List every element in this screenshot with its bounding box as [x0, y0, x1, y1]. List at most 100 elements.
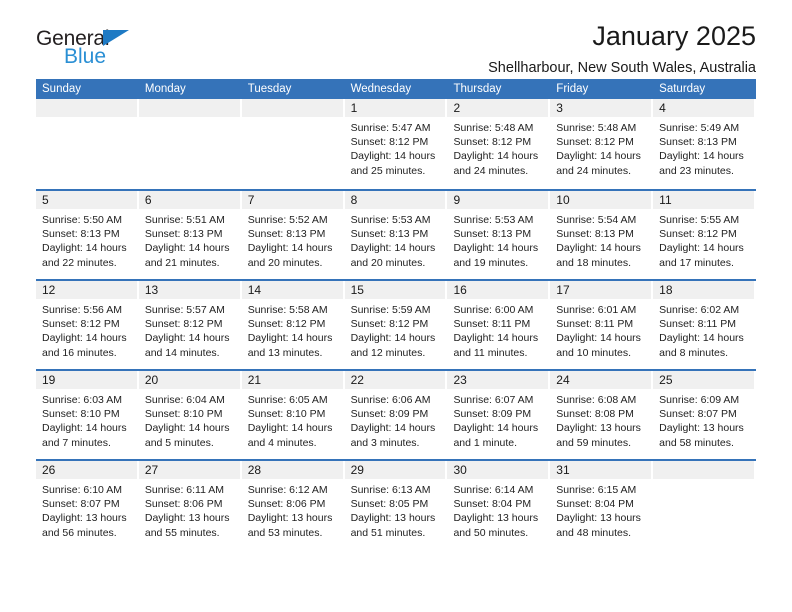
day-number: 18	[653, 281, 755, 299]
day-detail-line: Sunrise: 6:01 AM	[556, 304, 637, 316]
day-detail-line: Sunset: 8:13 PM	[247, 228, 326, 241]
day-number: 29	[344, 461, 446, 479]
calendar-day-cell[interactable]: 10 Sunrise: 5:54 AM Sunset: 8:13 PM Dayligh…	[550, 191, 654, 279]
day-detail-line: and 24 minutes.	[556, 164, 632, 177]
day-detail-line: Sunrise: 6:03 AM	[42, 394, 122, 406]
calendar-day-cell[interactable]: 17 Sunrise: 6:01 AM Sunset: 8:11 PM Dayligh…	[550, 281, 654, 369]
calendar-day-cell[interactable]: 15 Sunrise: 5:59 AM Sunset: 8:12 PM Dayligh…	[344, 281, 448, 369]
day-detail-line: Sunrise: 6:04 AM	[144, 394, 225, 406]
day-detail-line: Sunrise: 5:48 AM	[453, 122, 534, 134]
day-details: Sunrise: 6:15 AM Sunset: 8:04 PM Daylight:…	[550, 479, 653, 540]
day-detail-line: Daylight: 14 hours	[42, 332, 127, 345]
day-detail-line: Daylight: 14 hours	[659, 150, 744, 163]
calendar-day-cell[interactable]: 27 Sunrise: 6:11 AM Sunset: 8:06 PM Dayligh…	[138, 461, 242, 549]
calendar-day-cell[interactable]: 18 Sunrise: 6:02 AM Sunset: 8:11 PM Dayligh…	[653, 281, 757, 369]
day-detail-line: Daylight: 14 hours	[556, 242, 641, 255]
calendar-day-cell[interactable]: 14 Sunrise: 5:58 AM Sunset: 8:12 PM Dayligh…	[241, 281, 345, 369]
day-detail-line: Sunset: 8:12 PM	[350, 136, 429, 149]
day-number: 28	[241, 461, 343, 479]
day-number: 30	[447, 461, 549, 479]
day-detail-line: and 58 minutes.	[659, 436, 734, 449]
calendar-day-cell[interactable]: 5 Sunrise: 5:50 AM Sunset: 8:13 PM Daylight…	[36, 191, 139, 279]
day-detail-line: and 21 minutes.	[144, 256, 220, 269]
calendar-day-cell[interactable]: 12 Sunrise: 5:56 AM Sunset: 8:12 PM Dayligh…	[36, 281, 139, 369]
day-detail-line: Sunset: 8:12 PM	[453, 136, 532, 149]
day-detail-line: Daylight: 13 hours	[144, 512, 230, 525]
day-detail-line: Sunrise: 5:52 AM	[247, 214, 328, 226]
calendar-day-cell[interactable]: 30 Sunrise: 6:14 AM Sunset: 8:04 PM Dayligh…	[447, 461, 551, 549]
calendar-day-cell[interactable]: 7 Sunrise: 5:52 AM Sunset: 8:13 PM Daylight…	[241, 191, 345, 279]
day-detail-line: Sunrise: 5:57 AM	[144, 304, 225, 316]
day-detail-line: and 10 minutes.	[556, 346, 632, 359]
day-detail-line: Sunset: 8:09 PM	[453, 408, 532, 421]
calendar-day-cell[interactable]: 22 Sunrise: 6:06 AM Sunset: 8:09 PM Dayligh…	[344, 371, 448, 459]
calendar-day-cell[interactable]: 8 Sunrise: 5:53 AM Sunset: 8:13 PM Daylight…	[344, 191, 448, 279]
day-detail-line: Sunset: 8:06 PM	[247, 498, 326, 511]
day-detail-line: and 25 minutes.	[350, 164, 426, 177]
calendar-day-cell[interactable]: 1 Sunrise: 5:47 AM Sunset: 8:12 PM Daylight…	[344, 99, 448, 189]
day-detail-line: Sunset: 8:12 PM	[659, 228, 737, 241]
calendar-day-cell-empty	[138, 99, 242, 189]
day-detail-line: Sunset: 8:12 PM	[350, 318, 429, 331]
calendar-day-cell[interactable]: 21 Sunrise: 6:05 AM Sunset: 8:10 PM Dayligh…	[241, 371, 345, 459]
day-detail-line: and 50 minutes.	[453, 526, 529, 539]
day-detail-line: Sunrise: 5:51 AM	[144, 214, 225, 226]
calendar-day-cell[interactable]: 13 Sunrise: 5:57 AM Sunset: 8:12 PM Dayligh…	[138, 281, 242, 369]
day-detail-line: and 56 minutes.	[42, 526, 117, 539]
calendar-day-cell[interactable]: 3 Sunrise: 5:48 AM Sunset: 8:12 PM Daylight…	[550, 99, 654, 189]
day-number	[138, 99, 240, 117]
calendar-day-cell[interactable]: 20 Sunrise: 6:04 AM Sunset: 8:10 PM Dayligh…	[138, 371, 242, 459]
day-details: Sunrise: 5:48 AM Sunset: 8:12 PM Daylight:…	[447, 117, 550, 178]
day-detail-line: and 19 minutes.	[453, 256, 529, 269]
day-detail-line: and 23 minutes.	[659, 164, 734, 177]
day-details: Sunrise: 5:48 AM Sunset: 8:12 PM Daylight:…	[550, 117, 653, 178]
calendar-day-cell[interactable]: 11 Sunrise: 5:55 AM Sunset: 8:12 PM Dayligh…	[653, 191, 757, 279]
calendar-day-cell[interactable]: 26 Sunrise: 6:10 AM Sunset: 8:07 PM Dayligh…	[36, 461, 139, 549]
day-detail-line: Sunset: 8:10 PM	[144, 408, 223, 421]
day-detail-line: and 53 minutes.	[247, 526, 323, 539]
day-detail-line: and 13 minutes.	[247, 346, 323, 359]
calendar-day-cell[interactable]: 4 Sunrise: 5:49 AM Sunset: 8:13 PM Daylight…	[653, 99, 757, 189]
day-details	[36, 117, 139, 121]
day-detail-line: Sunrise: 5:54 AM	[556, 214, 637, 226]
page-title: January 2025	[592, 21, 756, 51]
calendar-day-cell[interactable]: 6 Sunrise: 5:51 AM Sunset: 8:13 PM Daylight…	[138, 191, 242, 279]
day-number	[653, 461, 755, 479]
day-details: Sunrise: 5:47 AM Sunset: 8:12 PM Daylight:…	[345, 117, 448, 178]
day-detail-line: Daylight: 13 hours	[247, 512, 333, 525]
day-detail-line: Sunset: 8:12 PM	[144, 318, 223, 331]
day-detail-line: and 5 minutes.	[144, 436, 214, 449]
calendar-day-cell[interactable]: 31 Sunrise: 6:15 AM Sunset: 8:04 PM Dayligh…	[550, 461, 654, 549]
calendar-week-row: 19 Sunrise: 6:03 AM Sunset: 8:10 PM Dayligh…	[36, 369, 757, 459]
day-number: 31	[550, 461, 652, 479]
day-detail-line: Daylight: 14 hours	[144, 332, 230, 345]
day-detail-line: Sunrise: 6:11 AM	[144, 484, 225, 496]
day-detail-line: Daylight: 14 hours	[453, 332, 539, 345]
calendar-day-cell[interactable]: 16 Sunrise: 6:00 AM Sunset: 8:11 PM Dayligh…	[447, 281, 551, 369]
calendar-week-row: 5 Sunrise: 5:50 AM Sunset: 8:13 PM Daylight…	[36, 189, 757, 279]
day-detail-line: Daylight: 14 hours	[144, 422, 230, 435]
calendar-day-cell[interactable]: 28 Sunrise: 6:12 AM Sunset: 8:06 PM Dayligh…	[241, 461, 345, 549]
day-detail-line: and 12 minutes.	[350, 346, 426, 359]
calendar-day-cell[interactable]: 19 Sunrise: 6:03 AM Sunset: 8:10 PM Dayligh…	[36, 371, 139, 459]
calendar-day-cell[interactable]: 9 Sunrise: 5:53 AM Sunset: 8:13 PM Daylight…	[447, 191, 551, 279]
day-detail-line: Daylight: 14 hours	[350, 332, 436, 345]
calendar-day-cell[interactable]: 2 Sunrise: 5:48 AM Sunset: 8:12 PM Daylight…	[447, 99, 551, 189]
day-detail-line: and 48 minutes.	[556, 526, 632, 539]
day-detail-line: Daylight: 14 hours	[659, 332, 744, 345]
day-detail-line: Daylight: 13 hours	[556, 512, 641, 525]
calendar-page: General Blue January 2025 Shellharbour, …	[0, 0, 792, 612]
calendar-day-cell[interactable]: 23 Sunrise: 6:07 AM Sunset: 8:09 PM Dayligh…	[447, 371, 551, 459]
day-details: Sunrise: 6:12 AM Sunset: 8:06 PM Daylight:…	[242, 479, 345, 540]
day-detail-line: and 16 minutes.	[42, 346, 117, 359]
general-blue-logo[interactable]: General Blue	[36, 28, 156, 74]
calendar-day-cell[interactable]: 24 Sunrise: 6:08 AM Sunset: 8:08 PM Dayligh…	[550, 371, 654, 459]
day-details: Sunrise: 6:13 AM Sunset: 8:05 PM Daylight:…	[345, 479, 448, 540]
day-detail-line: Sunset: 8:13 PM	[350, 228, 429, 241]
calendar-day-cell[interactable]: 25 Sunrise: 6:09 AM Sunset: 8:07 PM Dayligh…	[653, 371, 757, 459]
day-detail-line: Sunset: 8:12 PM	[247, 318, 326, 331]
weekday-header-sunday: Sunday	[42, 83, 82, 95]
day-number: 8	[344, 191, 446, 209]
calendar-day-cell[interactable]: 29 Sunrise: 6:13 AM Sunset: 8:05 PM Dayligh…	[344, 461, 448, 549]
day-detail-line: Sunrise: 5:58 AM	[247, 304, 328, 316]
